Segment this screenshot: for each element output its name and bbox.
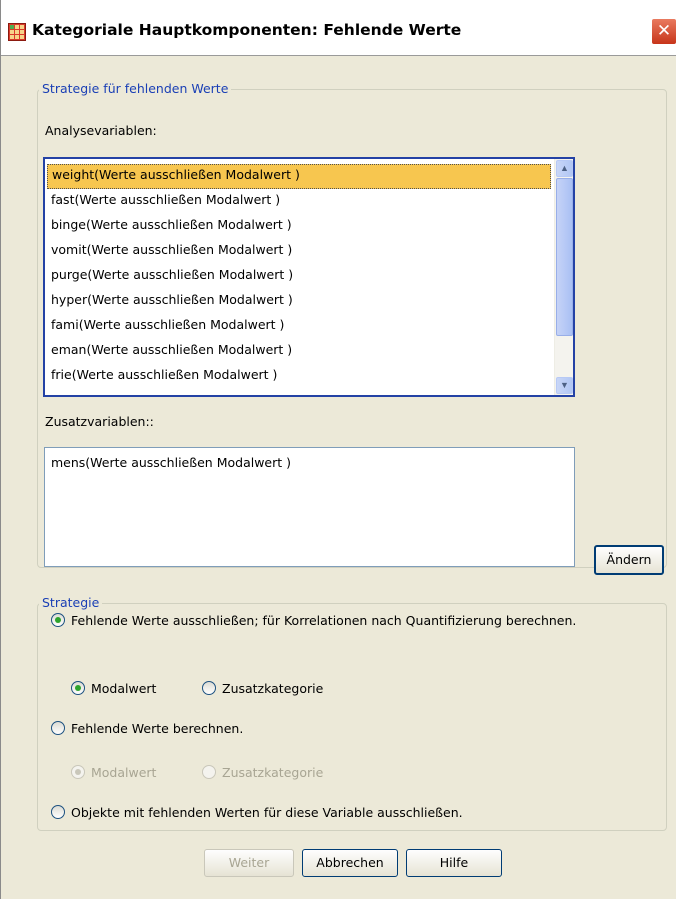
radio-exclude-modal-label: Modalwert bbox=[91, 680, 157, 696]
scroll-thumb[interactable] bbox=[556, 178, 573, 336]
radio-exclude-objects-label: Objekte mit fehlenden Werten für diese V… bbox=[71, 804, 463, 820]
radio-button bbox=[71, 765, 85, 779]
list-item[interactable]: eman(Werte ausschließen Modalwert ) bbox=[47, 339, 551, 364]
list-item[interactable]: fast(Werte ausschließen Modalwert ) bbox=[47, 189, 551, 214]
scroll-up-icon[interactable]: ▲ bbox=[556, 160, 573, 177]
radio-exclude-objects[interactable]: Objekte mit fehlenden Werten für diese V… bbox=[51, 802, 463, 822]
list-item[interactable]: binge(Werte ausschließen Modalwert ) bbox=[47, 214, 551, 239]
analysis-variables-label: Analysevariablen: bbox=[45, 123, 157, 138]
radio-exclude-modal[interactable]: Modalwert bbox=[71, 678, 156, 698]
vertical-scrollbar[interactable]: ▲ ▼ bbox=[554, 159, 573, 395]
list-item[interactable]: frie(Werte ausschließen Modalwert ) bbox=[47, 364, 551, 389]
scroll-down-icon[interactable]: ▼ bbox=[556, 377, 573, 394]
list-item[interactable]: vomit(Werte ausschließen Modalwert ) bbox=[47, 239, 551, 264]
continue-button[interactable]: Weiter bbox=[204, 849, 294, 877]
list-item[interactable]: fami(Werte ausschließen Modalwert ) bbox=[47, 314, 551, 339]
dialog-window: Kategoriale Hauptkomponenten: Fehlende W… bbox=[0, 0, 676, 899]
radio-button[interactable] bbox=[71, 681, 85, 695]
supplementary-variables-label: Zusatzvariablen:: bbox=[45, 414, 154, 429]
list-item[interactable]: mens(Werte ausschließen Modalwert ) bbox=[47, 452, 572, 477]
window-title: Kategoriale Hauptkomponenten: Fehlende W… bbox=[32, 21, 462, 39]
radio-impute-values-label: Fehlende Werte berechnen. bbox=[71, 720, 244, 736]
cancel-button[interactable]: Abbrechen bbox=[302, 849, 398, 877]
help-button[interactable]: Hilfe bbox=[406, 849, 502, 877]
radio-impute-modal: Modalwert bbox=[71, 762, 156, 782]
spss-table-icon bbox=[8, 23, 26, 41]
radio-button[interactable] bbox=[51, 805, 65, 819]
supplementary-variables-list[interactable]: mens(Werte ausschließen Modalwert ) bbox=[44, 447, 575, 567]
radio-exclude-values-label: Fehlende Werte ausschließen; für Korrela… bbox=[71, 612, 577, 628]
strategie-legend: Strategie bbox=[39, 595, 103, 610]
radio-exclude-extra-category[interactable]: Zusatzkategorie bbox=[202, 678, 323, 698]
change-button[interactable]: Ändern bbox=[594, 545, 664, 575]
radio-button[interactable] bbox=[51, 721, 65, 735]
close-icon[interactable]: ✕ bbox=[651, 18, 676, 45]
supplementary-list-items: mens(Werte ausschließen Modalwert ) bbox=[47, 452, 572, 477]
list-item[interactable]: purge(Werte ausschließen Modalwert ) bbox=[47, 264, 551, 289]
radio-button[interactable] bbox=[202, 681, 216, 695]
radio-impute-extra-category-label: Zusatzkategorie bbox=[222, 764, 324, 780]
radio-button bbox=[202, 765, 216, 779]
radio-exclude-values[interactable]: Fehlende Werte ausschließen; für Korrela… bbox=[51, 610, 576, 630]
radio-exclude-extra-category-label: Zusatzkategorie bbox=[222, 680, 324, 696]
analysis-variables-list[interactable]: weight(Werte ausschließen Modalwert ) fa… bbox=[43, 157, 575, 397]
window-frame bbox=[1, 56, 10, 899]
radio-impute-values[interactable]: Fehlende Werte berechnen. bbox=[51, 718, 243, 738]
radio-impute-extra-category: Zusatzkategorie bbox=[202, 762, 323, 782]
radio-impute-modal-label: Modalwert bbox=[91, 764, 157, 780]
radio-button[interactable] bbox=[51, 613, 65, 627]
missing-strategy-legend: Strategie für fehlenden Werte bbox=[39, 81, 232, 96]
list-item[interactable]: weight(Werte ausschließen Modalwert ) bbox=[47, 164, 551, 189]
list-item[interactable]: hyper(Werte ausschließen Modalwert ) bbox=[47, 289, 551, 314]
strategie-group bbox=[37, 603, 667, 831]
analysis-list-items: weight(Werte ausschließen Modalwert ) fa… bbox=[47, 164, 551, 389]
title-bar[interactable]: Kategoriale Hauptkomponenten: Fehlende W… bbox=[1, 0, 676, 56]
